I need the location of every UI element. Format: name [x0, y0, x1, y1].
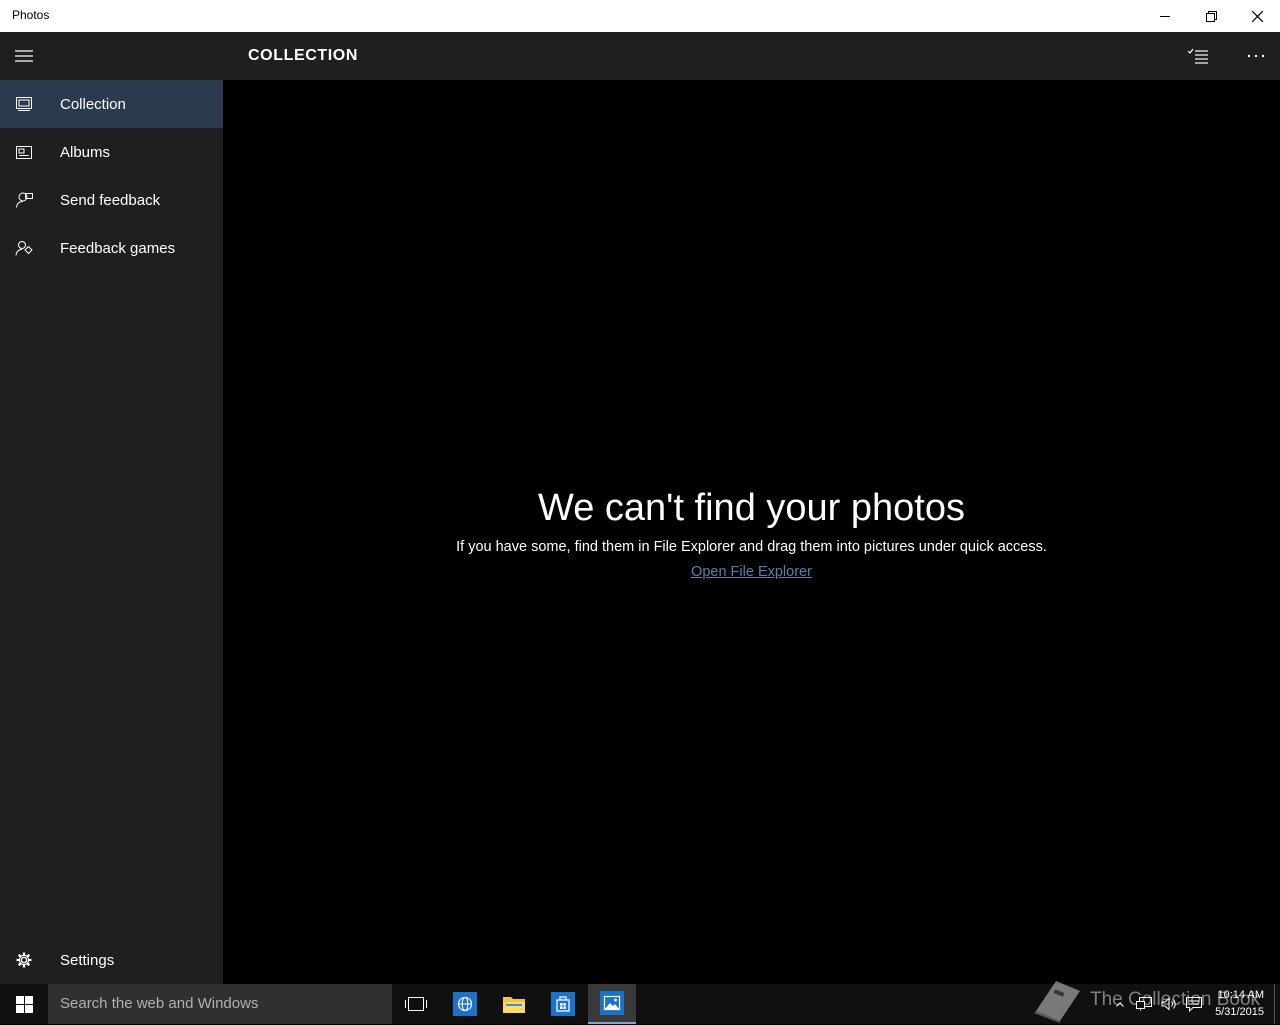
restore-button[interactable] — [1188, 0, 1234, 32]
select-button[interactable] — [1174, 32, 1222, 80]
more-icon — [1247, 54, 1265, 58]
sidebar-item-label: Send feedback — [60, 191, 161, 209]
network-icon — [1136, 997, 1152, 1011]
folder-icon — [503, 997, 525, 1013]
empty-state: We can't find your photos If you have so… — [223, 486, 1280, 581]
taskbar: Search the web and Windows The Collectio… — [0, 981, 1280, 1024]
search-box[interactable]: Search the web and Windows — [48, 984, 392, 1024]
store-icon — [551, 992, 575, 1016]
more-options-button[interactable] — [1232, 32, 1280, 80]
hamburger-menu-button[interactable] — [0, 32, 48, 80]
feedback-games-icon — [0, 224, 48, 272]
globe-icon — [453, 992, 477, 1016]
main-content: We can't find your photos If you have so… — [223, 80, 1280, 984]
windows-logo-icon — [15, 995, 33, 1013]
task-view-icon — [405, 997, 427, 1011]
clock[interactable]: 10:14 AM 5/31/2015 — [1215, 987, 1264, 1021]
show-hidden-icons-button[interactable] — [1110, 984, 1130, 1024]
taskbar-store[interactable] — [539, 984, 587, 1024]
albums-icon — [0, 128, 48, 176]
window-title: Photos — [12, 8, 50, 22]
taskbar-file-explorer[interactable] — [490, 984, 538, 1024]
minimize-icon — [1160, 16, 1170, 17]
select-list-icon — [1187, 48, 1208, 64]
message-icon — [1186, 996, 1202, 1012]
chevron-up-icon — [1116, 1001, 1124, 1007]
sidebar-item-send-feedback[interactable]: Send feedback — [0, 176, 223, 224]
close-icon — [1251, 10, 1263, 22]
gear-icon — [0, 936, 48, 984]
taskbar-photos[interactable] — [588, 984, 636, 1024]
sidebar-item-albums[interactable]: Albums — [0, 128, 223, 176]
sidebar-item-collection[interactable]: Collection — [0, 80, 223, 128]
page-title: COLLECTION — [248, 47, 358, 64]
collection-icon — [0, 80, 48, 128]
sidebar: Collection Albums Send feedback Feedback… — [0, 32, 223, 984]
taskbar-browser[interactable] — [441, 984, 489, 1024]
title-bar: Photos — [0, 0, 1280, 32]
show-desktop-button[interactable] — [1274, 984, 1280, 1024]
settings-label: Settings — [60, 951, 115, 969]
photos-icon — [600, 991, 624, 1015]
sidebar-item-label: Feedback games — [60, 239, 176, 257]
close-button[interactable] — [1234, 0, 1280, 32]
action-center-button[interactable] — [1182, 984, 1206, 1024]
open-file-explorer-link[interactable]: Open File Explorer — [691, 564, 812, 580]
restore-icon — [1205, 10, 1217, 22]
hamburger-icon — [15, 50, 33, 62]
book-icon — [1034, 981, 1080, 1023]
start-button[interactable] — [0, 984, 48, 1024]
clock-time: 10:14 AM — [1217, 989, 1264, 1001]
task-view-button[interactable] — [392, 984, 440, 1024]
clock-date: 5/31/2015 — [1215, 1006, 1264, 1018]
page-header: COLLECTION — [223, 32, 1280, 80]
sidebar-item-label: Collection — [60, 95, 126, 113]
empty-state-message: If you have some, find them in File Expl… — [456, 539, 1047, 555]
speaker-icon — [1161, 997, 1176, 1011]
sidebar-item-settings[interactable]: Settings — [0, 936, 223, 984]
send-feedback-icon — [0, 176, 48, 224]
sidebar-item-label: Albums — [60, 143, 111, 161]
sidebar-item-feedback-games[interactable]: Feedback games — [0, 224, 223, 272]
empty-state-heading: We can't find your photos — [538, 487, 965, 529]
minimize-button[interactable] — [1142, 0, 1188, 32]
network-button[interactable] — [1132, 984, 1156, 1024]
volume-button[interactable] — [1157, 984, 1181, 1024]
